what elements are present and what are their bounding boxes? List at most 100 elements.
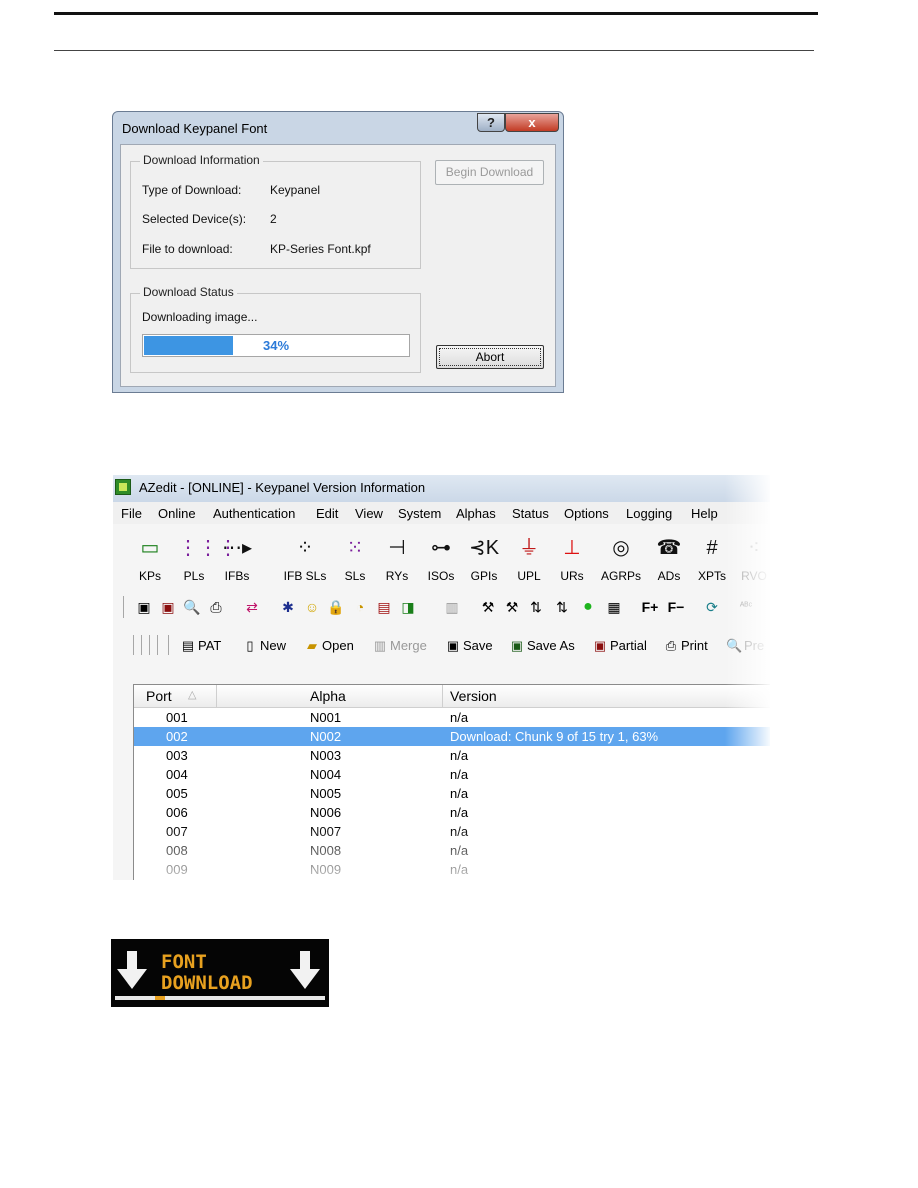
printer-icon[interactable]: ⎙ (207, 598, 225, 616)
toolbar-rys[interactable]: ⊣ RYs (377, 527, 417, 583)
menu-alphas[interactable]: Alphas (456, 506, 496, 521)
font-increase-icon[interactable]: F+ (641, 598, 659, 616)
preview-icon[interactable]: 🔍 (183, 598, 201, 616)
swap-icon[interactable]: ⇄ (243, 598, 261, 616)
toolbar-upl[interactable]: ⏚ UPL (509, 527, 549, 583)
lock-icon[interactable]: 🔒 (327, 598, 345, 616)
menu-online[interactable]: Online (158, 506, 196, 521)
menu-edit[interactable]: Edit (316, 506, 338, 521)
toolbar-upl-label: UPL (517, 569, 541, 583)
table-row[interactable]: 004 N004 n/a (134, 765, 770, 784)
column-divider[interactable] (442, 685, 443, 707)
table-row[interactable]: 001 N001 n/a (134, 708, 770, 727)
menu-help[interactable]: Help (691, 506, 718, 521)
cell-version: n/a (450, 805, 469, 820)
menu-options[interactable]: Options (564, 506, 609, 521)
cell-port: 005 (166, 786, 188, 801)
toolbar-kps[interactable]: ▭ KPs (130, 527, 170, 583)
copy-icon[interactable]: ▥ (443, 598, 461, 616)
table-row[interactable]: 006 N006 n/a (134, 803, 770, 822)
column-port[interactable]: Port (146, 688, 172, 704)
menu-status[interactable]: Status (512, 506, 549, 521)
menu-view[interactable]: View (355, 506, 383, 521)
open-button[interactable]: ▰ Open (304, 638, 354, 654)
partial-icon: ▣ (593, 638, 607, 653)
grid-icon[interactable]: ▦ (605, 598, 623, 616)
column-version[interactable]: Version (450, 688, 497, 704)
table-row[interactable]: 009 N009 n/a (134, 860, 770, 879)
tools-add-icon[interactable]: ⚒ (503, 598, 521, 616)
gear-icon[interactable]: ✱ (279, 598, 297, 616)
table-row[interactable]: 002 N002 Download: Chunk 9 of 15 try 1, 63… (134, 727, 770, 746)
cell-alpha: N006 (310, 805, 342, 820)
route-icon[interactable]: ⇅ (527, 598, 545, 616)
toolbar-sls[interactable]: ⁙ SLs (335, 527, 375, 583)
cell-port: 002 (166, 729, 188, 744)
toolbar-gpis[interactable]: ⊰K GPIs (464, 527, 504, 583)
close-button[interactable]: x (505, 113, 559, 132)
menu-system[interactable]: System (398, 506, 441, 521)
refresh-icon[interactable]: ⟳ (703, 598, 721, 616)
toolbar-ifbs[interactable]: ⋯▸ IFBs (217, 527, 257, 583)
smiley-icon[interactable]: ☺ (303, 598, 321, 616)
status-green-icon[interactable]: ● (579, 598, 597, 616)
save-as-button[interactable]: ▣ Save As (509, 638, 575, 654)
toolbar-ifb-sls[interactable]: ⁘ IFB SLs (283, 527, 327, 583)
download-progress-bar: 34% (142, 334, 410, 357)
begin-download-button[interactable]: Begin Download (435, 160, 544, 185)
toolbar-agrps[interactable]: ◎ AGRPs (598, 527, 644, 583)
toolbar-kps-label: KPs (138, 569, 161, 583)
save-button[interactable]: ▣ Save (445, 638, 493, 654)
partial-button[interactable]: ▣ Partial (592, 638, 647, 654)
iso-icon: ⊶ (431, 537, 451, 559)
export-icon[interactable]: ◨ (399, 598, 417, 616)
cell-port: 001 (166, 710, 188, 725)
font-decrease-icon[interactable]: F− (667, 598, 685, 616)
display-line-2: DOWNLOAD (161, 972, 253, 994)
preview-button[interactable]: 🔍 Pre (726, 638, 764, 654)
toolbar-urs[interactable]: ⊥ URs (552, 527, 592, 583)
table-row[interactable]: 005 N005 n/a (134, 784, 770, 803)
cell-port: 003 (166, 748, 188, 763)
display-line-1: FONT (161, 951, 207, 973)
signal-icon[interactable]: ◔ (351, 598, 369, 616)
spellcheck-icon[interactable]: ᴬᴮᶜ (737, 598, 755, 616)
download-status-title: Download Status (140, 285, 237, 299)
new-button[interactable]: ▯ New (242, 638, 286, 654)
print-button[interactable]: ⎙ Print (663, 638, 708, 654)
help-button[interactable]: ? (477, 113, 505, 132)
save-red-icon[interactable]: ▣ (159, 598, 177, 616)
save-as-icon: ▣ (510, 638, 524, 653)
print-label: Print (681, 638, 708, 653)
pat-button[interactable]: ▤ PAT (180, 638, 222, 654)
table-row[interactable]: 008 N008 n/a (134, 841, 770, 860)
cell-port: 008 (166, 843, 188, 858)
menu-authentication[interactable]: Authentication (213, 506, 295, 521)
open-folder-icon: ▰ (307, 638, 317, 653)
route-add-icon[interactable]: ⇅ (553, 598, 571, 616)
abort-button[interactable]: Abort (436, 345, 544, 369)
special-list-icon: ⁙ (346, 537, 364, 559)
tools-icon[interactable]: ⚒ (479, 598, 497, 616)
save-icon: ▣ (446, 638, 460, 653)
toolbar-pls[interactable]: ⋮⋮⋮ PLs (174, 527, 238, 583)
menu-file[interactable]: File (121, 506, 142, 521)
toolbar-isos[interactable]: ⊶ ISOs (421, 527, 461, 583)
gpi-icon: ⊰K (468, 537, 500, 559)
keypanel-icon: ▭ (140, 537, 160, 559)
lock-red-icon[interactable]: ▤ (375, 598, 393, 616)
save-icon[interactable]: ▣ (135, 598, 153, 616)
toolbar-xpts[interactable]: # XPTs (692, 527, 732, 583)
toolbar-grip (141, 635, 142, 655)
toolbar-ads[interactable]: ☎ ADs (649, 527, 689, 583)
pat-icon: ▤ (181, 638, 195, 653)
merge-button[interactable]: ▥ Merge (372, 638, 427, 654)
column-divider[interactable] (216, 685, 217, 707)
toolbar-rvo[interactable]: ⁖ RVO (734, 527, 770, 583)
table-row[interactable]: 003 N003 n/a (134, 746, 770, 765)
toolbar-grip (133, 635, 134, 655)
menu-logging[interactable]: Logging (626, 506, 672, 521)
table-row[interactable]: 007 N007 n/a (134, 822, 770, 841)
edit-toolbar: ▣ ▣ 🔍 ⎙ ⇄ ✱ ☺ 🔒 ◔ ▤ ◨ ▥ ⚒ ⚒ ⇅ ⇅ ● ▦ F+ F… (113, 592, 770, 622)
column-alpha[interactable]: Alpha (310, 688, 346, 704)
